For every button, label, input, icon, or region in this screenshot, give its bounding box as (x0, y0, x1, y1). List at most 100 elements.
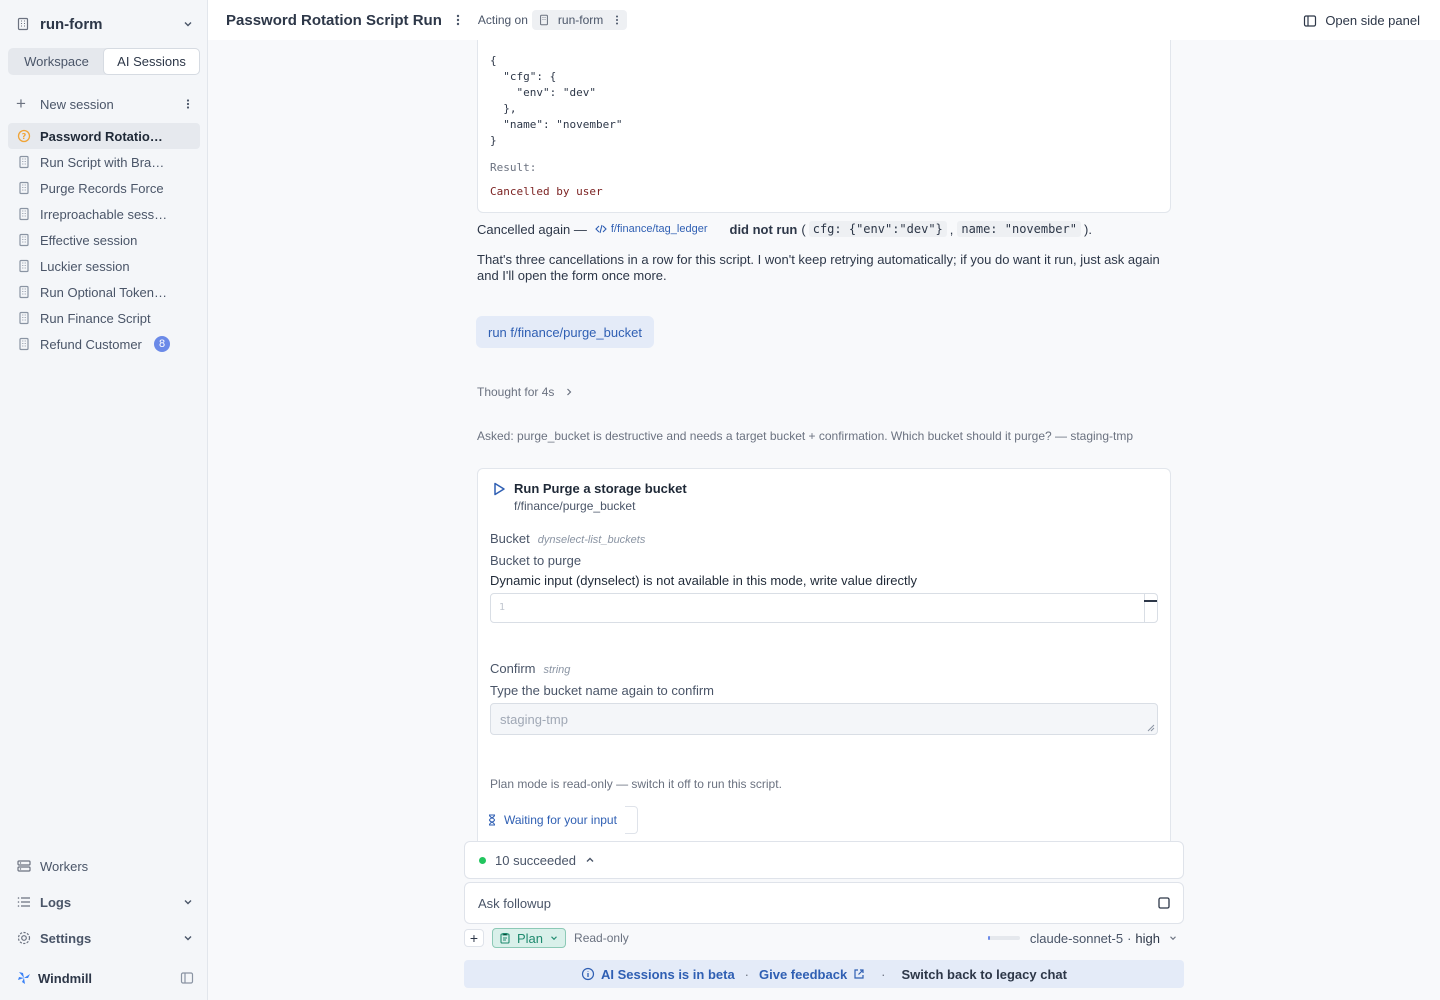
new-session-button[interactable]: + New session (16, 94, 194, 114)
beta-banner: AI Sessions is in beta · Give feedback ·… (464, 960, 1184, 988)
session-label: Run Optional Token Script (40, 284, 170, 300)
confirm-input[interactable]: staging-tmp (490, 703, 1158, 735)
beta-text: AI Sessions is in beta (601, 966, 735, 982)
building-icon (19, 207, 29, 221)
building-icon (19, 311, 29, 325)
bucket-code-input[interactable]: 1 (490, 593, 1158, 623)
arg-cfg: cfg: {"env":"dev"} (808, 221, 947, 237)
gear-icon (17, 931, 31, 945)
switch-legacy-chat-button[interactable]: Switch back to legacy chat (902, 967, 1067, 982)
chevron-down-icon (184, 936, 192, 941)
chevron-down-icon (551, 936, 557, 941)
composer-toolbar: + Plan Read-only claude-sonnet-5 · high (464, 928, 1184, 948)
chevron-up-icon (586, 857, 594, 862)
clipboard-icon (500, 933, 510, 944)
readonly-label: Read-only (574, 931, 629, 945)
run-card-title: Run Purge a storage bucket (514, 481, 687, 496)
panel-icon (1304, 14, 1317, 27)
session-item[interactable]: Run Finance Script (8, 305, 200, 331)
open-side-panel-label: Open side panel (1325, 13, 1420, 28)
session-label: Irreproachable session (40, 206, 170, 222)
result-value: Cancelled by user (490, 185, 603, 198)
sidebar-item-workers[interactable]: Workers (16, 856, 194, 876)
line-number: 1 (499, 602, 506, 613)
chevron-right-icon (567, 388, 572, 396)
resize-handle-icon[interactable] (1147, 724, 1155, 732)
field-bucket-note: Dynamic input (dynselect) is not availab… (490, 573, 918, 588)
session-label: Refund Customer (40, 336, 142, 352)
building-icon (17, 17, 29, 31)
workspace-switcher[interactable]: run-form (16, 13, 194, 35)
stop-icon[interactable] (1157, 896, 1171, 910)
plus-icon: + (16, 94, 26, 113)
success-dot (479, 856, 486, 864)
field-confirm-label: Confirm (490, 661, 536, 676)
session-label: Password Rotation Script Run (40, 128, 170, 144)
session-item[interactable]: ? Password Rotation Script Run (8, 123, 200, 149)
script-path-link[interactable]: f/finance/tag_ledger (595, 223, 708, 235)
mode-label: Plan (517, 930, 544, 946)
session-item[interactable]: Refund Customer 8 (8, 331, 200, 357)
script-path: f/finance/tag_ledger (610, 223, 708, 235)
followup-input[interactable]: Ask followup (464, 882, 1184, 924)
run-script-card: Run Purge a storage bucket f/finance/pur… (477, 468, 1171, 868)
followup-placeholder: Ask followup (478, 895, 551, 911)
brand: Windmill (16, 968, 194, 988)
mode-select[interactable]: Plan (492, 928, 567, 948)
sidebar-item-label: Settings (40, 930, 92, 946)
brand-name: Windmill (38, 970, 93, 986)
cancel-prefix: Cancelled again — (477, 221, 587, 237)
session-item[interactable]: Irreproachable session (8, 201, 200, 227)
info-icon (581, 967, 595, 981)
assistant-message: That's three cancellations in a row for … (477, 252, 1160, 283)
run-card-path: f/finance/purge_bucket (514, 499, 636, 513)
session-item[interactable]: Luckier session (8, 253, 200, 279)
more-vertical-icon[interactable] (613, 14, 621, 26)
jobs-status-bar[interactable]: 10 succeeded (464, 841, 1184, 879)
session-item[interactable]: Purge Records Force (8, 175, 200, 201)
windmill-logo-icon (18, 972, 30, 984)
more-vertical-icon[interactable] (452, 13, 464, 27)
open-side-panel-button[interactable]: Open side panel (1303, 13, 1420, 28)
field-confirm-description: Type the bucket name again to confirm (490, 683, 715, 698)
list-icon (17, 897, 30, 907)
tab-ai-sessions[interactable]: AI Sessions (104, 49, 199, 74)
sidebar-item-logs[interactable]: Logs (16, 892, 194, 912)
result-label: Result: (490, 161, 537, 174)
editor-gutter (1144, 594, 1145, 622)
separator: · (881, 966, 886, 982)
session-item[interactable]: Effective session (8, 227, 200, 253)
thought-label: Thought for 4s (477, 385, 555, 399)
cancel-message: Cancelled again — f/finance/tag_ledger d… (477, 220, 1171, 238)
session-item[interactable]: Run Script with Branch (8, 149, 200, 175)
model-select[interactable]: claude-sonnet-5 · high (1030, 931, 1184, 946)
did-not-run: did not run (729, 221, 798, 237)
play-icon[interactable] (491, 481, 507, 497)
give-feedback-link[interactable]: Give feedback (759, 967, 865, 982)
more-vertical-icon[interactable] (182, 98, 194, 110)
workspace-chip[interactable]: run-form (531, 10, 628, 30)
chevron-down-icon (184, 900, 192, 905)
session-item[interactable]: Run Optional Token Script (8, 279, 200, 305)
collapse-sidebar-icon[interactable] (180, 971, 194, 985)
thought-toggle[interactable]: Thought for 4s (477, 384, 1171, 400)
close-paren: ). (1083, 221, 1092, 237)
attach-button[interactable]: + (464, 929, 484, 947)
field-bucket-description: Bucket to purge (490, 553, 582, 568)
field-bucket-header: Bucket dynselect-list_buckets (490, 531, 645, 546)
sidebar-item-settings[interactable]: Settings (16, 928, 194, 948)
scroll-marker (1144, 600, 1157, 602)
session-list: ? Password Rotation Script Run Run Scrip… (8, 123, 200, 357)
building-icon (19, 233, 29, 247)
hourglass-icon (488, 814, 496, 826)
tab-workspace[interactable]: Workspace (9, 49, 104, 74)
waiting-indicator: Waiting for your input (478, 806, 625, 834)
field-bucket-type: dynselect-list_buckets (537, 534, 646, 546)
svg-text:?: ? (22, 132, 27, 141)
building-icon (19, 155, 29, 169)
building-icon (19, 337, 29, 351)
workspace-chip-label: run-form (557, 13, 604, 27)
context-usage-bar (987, 936, 1020, 940)
external-link-icon (854, 969, 864, 979)
asked-note: Asked: purge_bucket is destructive and n… (477, 429, 1134, 443)
